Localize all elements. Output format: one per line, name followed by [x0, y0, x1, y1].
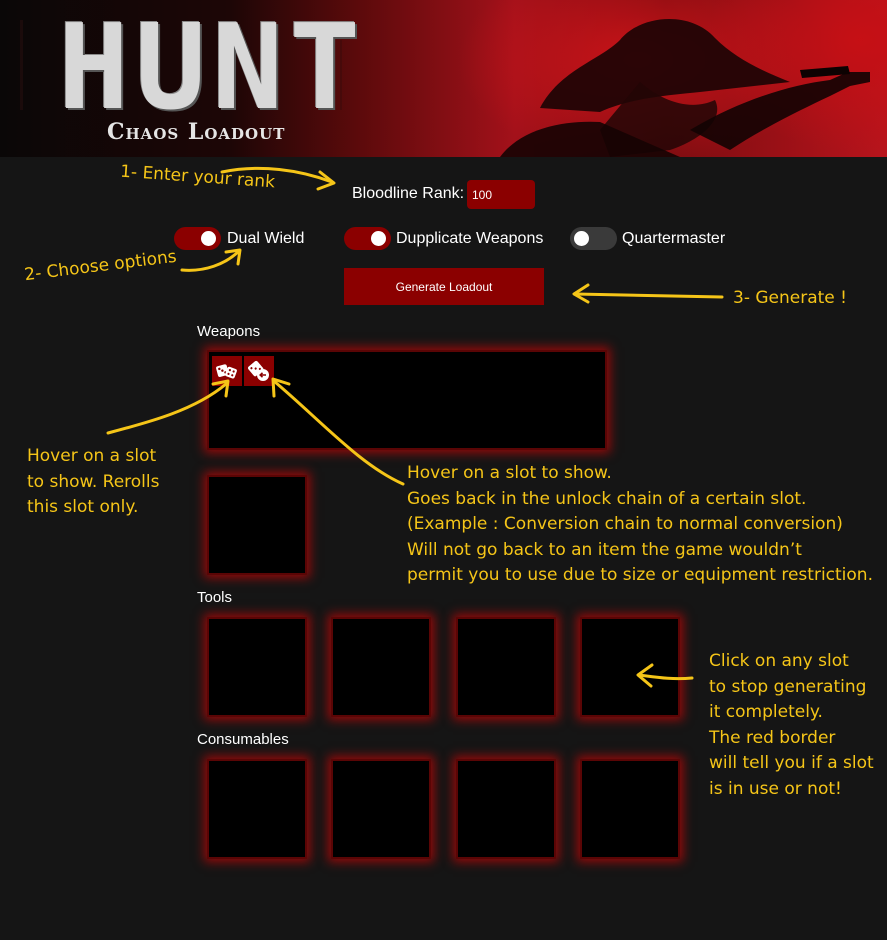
primary-weapon-slot[interactable] — [207, 350, 607, 450]
consumable-slot[interactable] — [207, 759, 307, 859]
toggle-knob — [371, 231, 386, 246]
dual-wield-label: Dual Wield — [227, 230, 305, 247]
tool-slot[interactable] — [331, 617, 431, 717]
unlock-note-line: (Example : Conversion chain to normal co… — [407, 514, 843, 534]
reroll-note-line: Hover on a slot — [27, 446, 157, 466]
weapons-section-label: Weapons — [197, 323, 261, 340]
toggle-knob — [574, 231, 589, 246]
unlock-note-line: Goes back in the unlock chain of a certa… — [407, 488, 807, 509]
dice-icon — [216, 364, 237, 379]
reroll-note: Hover on a slot to show. Rerolls this sl… — [27, 444, 159, 521]
unlock-back-slot-button[interactable] — [244, 356, 274, 386]
slot-note-line: is in use or not! — [709, 778, 842, 799]
duplicate-weapons-toggle[interactable] — [344, 227, 391, 250]
page: HUNT Chaos Loadout Bloodline Rank: Dual … — [0, 0, 887, 940]
step3-annotation: 3- Generate ! — [733, 288, 847, 308]
slot-note-line: will tell you if a slot — [709, 753, 874, 773]
bloodline-rank-input[interactable] — [467, 180, 535, 209]
tool-slot[interactable] — [207, 617, 307, 717]
step2-annotation: 2- Choose options — [23, 246, 178, 286]
step1-annotation: 1- Enter your rank — [119, 161, 276, 193]
dice-back-icon — [248, 360, 269, 381]
logo-title: HUNT — [58, 0, 367, 136]
tool-slot[interactable] — [456, 617, 556, 717]
slot-click-note: Click on any slot to stop generating it … — [709, 649, 874, 802]
slot-note-line: to stop generating — [709, 676, 867, 697]
slot-note-line: Click on any slot — [709, 651, 849, 671]
secondary-weapon-slot[interactable] — [207, 475, 307, 575]
dual-wield-toggle[interactable] — [174, 227, 221, 250]
tools-section-label: Tools — [197, 589, 233, 606]
header-banner: HUNT Chaos Loadout — [0, 0, 887, 157]
consumables-section-label: Consumables — [197, 731, 289, 748]
consumable-slot[interactable] — [331, 759, 431, 859]
slot-note-line: it completely. — [709, 702, 823, 722]
reroll-slot-button[interactable] — [212, 356, 242, 386]
arrow-to-generate — [573, 292, 724, 299]
bloodline-rank-label: Bloodline Rank: — [352, 185, 465, 202]
reroll-note-line: this slot only. — [27, 497, 139, 517]
reroll-note-line: to show. Rerolls — [27, 471, 160, 492]
generate-loadout-button[interactable]: Generate Loadout — [344, 268, 544, 305]
consumable-slot[interactable] — [456, 759, 556, 859]
quartermaster-label: Quartermaster — [622, 230, 726, 247]
unlock-note-line: Will not go back to an item the game wou… — [407, 539, 802, 560]
unlock-note-line: Hover on a slot to show. — [407, 463, 612, 483]
consumable-slot[interactable] — [580, 759, 680, 859]
arrow-to-options — [180, 250, 240, 272]
tool-slot[interactable] — [580, 617, 680, 717]
slot-note-line: The red border — [709, 727, 836, 748]
logo-subtitle: Chaos Loadout — [107, 119, 286, 145]
quartermaster-toggle[interactable] — [570, 227, 617, 250]
duplicate-weapons-label: Dupplicate Weapons — [396, 230, 544, 247]
unlock-chain-note: Hover on a slot to show. Goes back in th… — [407, 461, 873, 589]
toggle-knob — [201, 231, 216, 246]
unlock-note-line: permit you to use due to size or equipme… — [407, 565, 873, 585]
